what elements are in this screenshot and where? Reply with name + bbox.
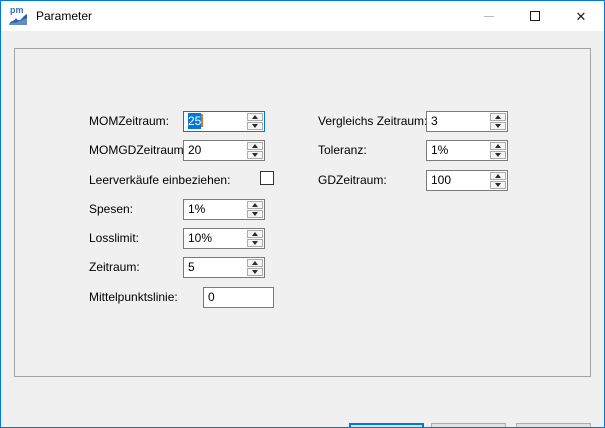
mittelpunktslinie-label: Mittelpunktslinie: — [89, 287, 178, 308]
spin-up-button[interactable] — [247, 113, 263, 121]
momgdzeitraum-label: MOMGDZeitraum: — [89, 140, 187, 161]
zeitraum-input[interactable]: 5 — [183, 257, 265, 278]
minimize-button[interactable] — [466, 1, 512, 31]
momgdzeitraum-spinner — [247, 142, 263, 159]
leerverkaeufe-checkbox[interactable] — [260, 171, 274, 185]
spin-up-button[interactable] — [247, 142, 263, 150]
mittelpunktslinie-value: 0 — [208, 288, 215, 307]
spin-up-icon — [252, 232, 258, 236]
spin-up-button[interactable] — [490, 113, 506, 121]
text-caret — [201, 114, 203, 127]
mittelpunktslinie-input[interactable]: 0 — [203, 287, 274, 308]
gdzeitraum-spinner — [490, 172, 506, 189]
spesen-input[interactable]: 1% — [183, 199, 265, 220]
spin-up-icon — [495, 174, 501, 178]
spin-down-icon — [495, 153, 501, 157]
momzeitraum-input[interactable]: 25 — [183, 111, 265, 132]
spin-up-button[interactable] — [490, 172, 506, 180]
spin-up-icon — [495, 115, 501, 119]
spin-up-button[interactable] — [247, 259, 263, 267]
spin-up-button[interactable] — [247, 201, 263, 209]
zeitraum-spinner — [247, 259, 263, 276]
spin-down-button[interactable] — [247, 210, 263, 218]
losslimit-value: 10% — [188, 229, 212, 248]
spin-down-button[interactable] — [490, 151, 506, 159]
vergleichszeitraum-value: 3 — [431, 112, 438, 131]
toleranz-spinner — [490, 142, 506, 159]
spin-down-button[interactable] — [247, 151, 263, 159]
spin-up-icon — [252, 144, 258, 148]
spin-up-button[interactable] — [490, 142, 506, 150]
spin-down-icon — [495, 124, 501, 128]
spin-up-icon — [252, 115, 258, 119]
zeitraum-label: Zeitraum: — [89, 257, 140, 278]
help-button[interactable]: Hilfe — [516, 423, 591, 428]
app-logo-wave — [9, 14, 27, 25]
cancel-button[interactable]: Abbrechen — [431, 423, 506, 428]
parameter-dialog: pm Parameter ✕ MOMZeitraum: MOMGDZeitrau… — [0, 0, 605, 428]
spin-up-icon — [252, 261, 258, 265]
window-title: Parameter — [36, 9, 92, 23]
spesen-value: 1% — [188, 200, 205, 219]
spin-down-button[interactable] — [247, 122, 263, 130]
spin-down-button[interactable] — [247, 268, 263, 276]
spin-down-icon — [252, 241, 258, 245]
toleranz-value: 1% — [431, 141, 448, 160]
spin-down-icon — [252, 212, 258, 216]
spesen-label: Spesen: — [89, 199, 133, 220]
maximize-button[interactable] — [512, 1, 558, 31]
zeitraum-value: 5 — [188, 258, 195, 277]
spin-down-icon — [252, 270, 258, 274]
losslimit-spinner — [247, 230, 263, 247]
spesen-spinner — [247, 201, 263, 218]
vergleichszeitraum-label: Vergleichs Zeitraum: — [318, 111, 427, 132]
vergleichszeitraum-spinner — [490, 113, 506, 130]
losslimit-label: Losslimit: — [89, 228, 139, 249]
spin-up-button[interactable] — [247, 230, 263, 238]
titlebar[interactable]: pm Parameter ✕ — [1, 1, 604, 31]
dialog-content: MOMZeitraum: MOMGDZeitraum: Leerverkäufe… — [1, 31, 604, 427]
spin-up-icon — [252, 203, 258, 207]
spin-down-icon — [252, 124, 258, 128]
maximize-icon — [530, 11, 540, 21]
close-button[interactable]: ✕ — [558, 1, 604, 31]
app-logo-icon: pm — [9, 8, 27, 25]
minimize-icon — [484, 16, 494, 17]
spin-down-icon — [252, 153, 258, 157]
momgdzeitraum-input[interactable]: 20 — [183, 140, 265, 161]
close-icon: ✕ — [576, 10, 587, 23]
spin-down-button[interactable] — [247, 239, 263, 247]
gdzeitraum-value: 100 — [431, 171, 451, 190]
gdzeitraum-label: GDZeitraum: — [318, 170, 387, 191]
toleranz-label: Toleranz: — [318, 140, 367, 161]
spin-down-button[interactable] — [490, 181, 506, 189]
ok-button[interactable]: OK — [349, 423, 424, 428]
momzeitraum-spinner — [247, 113, 263, 130]
momgdzeitraum-value: 20 — [188, 141, 201, 160]
losslimit-input[interactable]: 10% — [183, 228, 265, 249]
gdzeitraum-input[interactable]: 100 — [426, 170, 508, 191]
momzeitraum-label: MOMZeitraum: — [89, 111, 169, 132]
momzeitraum-value: 25 — [188, 112, 203, 131]
spin-up-icon — [495, 144, 501, 148]
spin-down-button[interactable] — [490, 122, 506, 130]
window-controls: ✕ — [466, 1, 604, 31]
selected-text: 25 — [188, 113, 201, 129]
leerverkaeufe-label: Leerverkäufe einbeziehen: — [89, 170, 230, 191]
toleranz-input[interactable]: 1% — [426, 140, 508, 161]
vergleichszeitraum-input[interactable]: 3 — [426, 111, 508, 132]
spin-down-icon — [495, 183, 501, 187]
